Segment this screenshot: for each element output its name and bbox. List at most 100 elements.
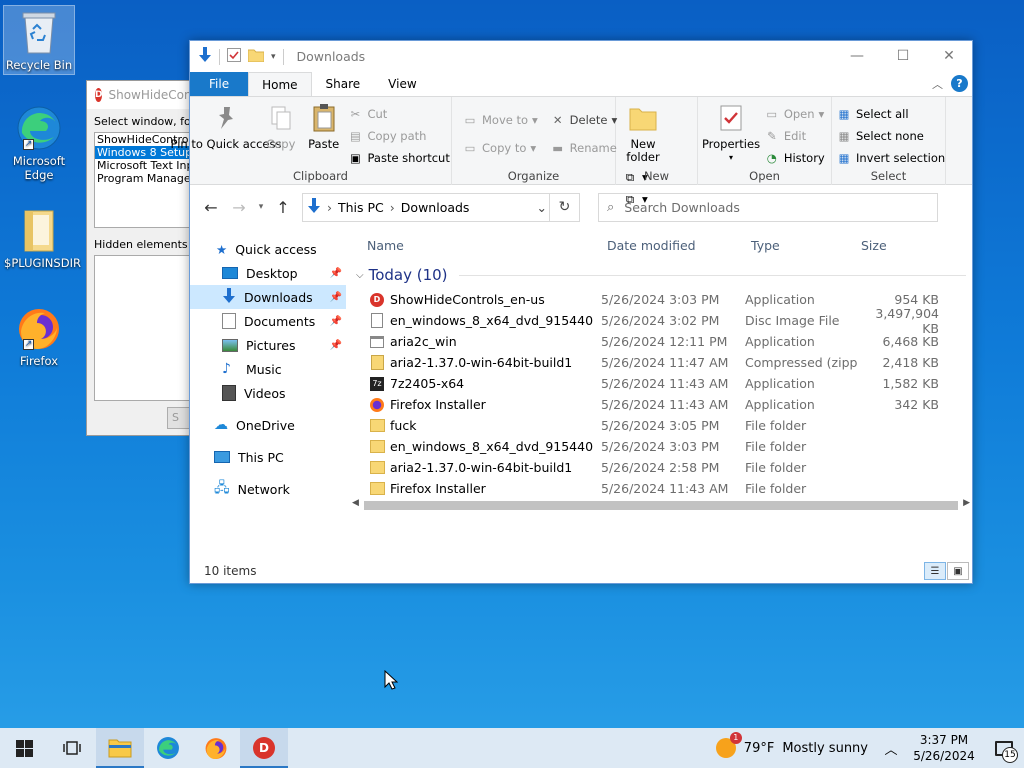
file-type: Application <box>745 334 815 349</box>
minimize-button[interactable]: — <box>834 41 880 70</box>
group-header-today[interactable]: ⌵ Today (10) <box>346 261 972 289</box>
new-folder-button[interactable]: New folder <box>620 101 666 164</box>
invert-selection-button[interactable]: ▦ Invert selection <box>836 147 946 169</box>
column-header-size[interactable]: Size <box>857 238 939 253</box>
file-row[interactable]: 7z 7z2405-x64 5/26/2024 11:43 AM Applicatio… <box>346 373 972 394</box>
close-button[interactable]: ✕ <box>926 41 972 70</box>
folder-icon <box>369 461 385 474</box>
back-button[interactable]: ← <box>198 194 224 220</box>
breadcrumb-this-pc[interactable]: This PC <box>338 200 384 215</box>
help-icon[interactable]: ? <box>951 75 968 92</box>
nav-item-videos[interactable]: Videos <box>190 381 346 405</box>
ribbon: Pin to Quick access Copy Paste ✂ Cut ▤ Cop… <box>171 96 972 206</box>
column-header-name[interactable]: Name <box>346 238 601 253</box>
task-view-button[interactable] <box>48 728 96 768</box>
file-row[interactable]: Firefox Installer 5/26/2024 11:43 AM File … <box>346 478 972 499</box>
nav-item-network[interactable]: 🖧 Network <box>190 477 346 501</box>
taskbar-firefox[interactable] <box>192 728 240 768</box>
move-to-button[interactable]: ▭ Move to ▾ <box>462 109 538 131</box>
copy-path-label: Copy path <box>367 129 427 143</box>
start-button[interactable] <box>0 728 48 768</box>
show-hidden-icons-button[interactable]: ︿ <box>878 739 904 758</box>
horizontal-scrollbar[interactable]: ◀ ▶ <box>346 497 972 514</box>
scroll-thumb[interactable] <box>364 501 958 510</box>
taskbar-file-explorer[interactable] <box>96 728 144 768</box>
nav-item-documents[interactable]: Documents 📌 <box>190 309 346 333</box>
search-box[interactable]: ⌕ Search Downloads <box>598 192 938 222</box>
desktop-icon-pluginsdir[interactable]: $PLUGINSDIR <box>4 206 81 270</box>
properties-button[interactable]: Properties ▾ <box>702 101 760 164</box>
nav-label: Desktop <box>246 265 298 281</box>
file-row[interactable]: aria2c_win 5/26/2024 12:11 PM Application 6… <box>346 331 972 352</box>
desktop-icon-edge[interactable]: ↗ Microsoft Edge <box>4 104 74 182</box>
breadcrumb-downloads[interactable]: Downloads <box>401 200 470 215</box>
taskbar-edge[interactable] <box>144 728 192 768</box>
explorer-titlebar[interactable]: ▾ Downloads — ☐ ✕ <box>190 41 972 72</box>
desktop-icon-firefox[interactable]: ↗ Firefox <box>4 304 74 368</box>
file-size: 2,418 KB <box>882 355 939 370</box>
tab-view[interactable]: View <box>374 72 430 96</box>
copy-path-button[interactable]: ▤ Copy path <box>347 125 449 147</box>
tab-share[interactable]: Share <box>312 72 375 96</box>
paste-shortcut-label: Paste shortcut <box>367 151 450 165</box>
up-button[interactable]: ↑ <box>270 194 296 220</box>
large-icons-view-button[interactable]: ▣ <box>947 562 969 580</box>
recent-locations-button[interactable]: ▾ <box>254 194 268 220</box>
nav-item-desktop[interactable]: Desktop 📌 <box>190 261 346 285</box>
easy-access-button[interactable]: ⧉ ▾ <box>622 188 648 210</box>
weather-widget[interactable]: 1 79°F Mostly sunny <box>706 728 878 768</box>
file-row[interactable]: en_windows_8_x64_dvd_915440 5/26/2024 3:0… <box>346 306 972 336</box>
file-row[interactable]: fuck 5/26/2024 3:05 PM File folder <box>346 415 972 436</box>
history-button[interactable]: ◔ History <box>764 147 825 169</box>
properties-qa-icon[interactable] <box>227 48 241 65</box>
rename-button[interactable]: ▬ Rename <box>550 137 618 159</box>
maximize-button[interactable]: ☐ <box>880 41 926 70</box>
scroll-right-icon[interactable]: ▶ <box>963 498 970 508</box>
nav-item-pictures[interactable]: Pictures 📌 <box>190 333 346 357</box>
column-header-type[interactable]: Type <box>745 238 857 253</box>
collapse-ribbon-icon[interactable]: ︿ <box>932 76 943 92</box>
download-icon <box>222 287 236 307</box>
address-dropdown-icon[interactable]: ⌄ <box>537 200 547 215</box>
desktop-icon-recycle-bin[interactable]: Recycle Bin <box>3 5 75 75</box>
edit-button[interactable]: ✎ Edit <box>764 125 825 147</box>
delete-button[interactable]: ✕ Delete ▾ <box>550 109 617 131</box>
delete-label: Delete <box>569 113 608 127</box>
column-header-date[interactable]: Date modified <box>601 238 745 253</box>
file-row[interactable]: Firefox Installer 5/26/2024 11:43 AM Appli… <box>346 394 972 415</box>
new-folder-qa-icon[interactable] <box>247 48 265 65</box>
select-all-button[interactable]: ▦ Select all <box>836 103 945 125</box>
nav-item-downloads[interactable]: Downloads 📌 <box>190 285 346 309</box>
file-explorer-icon <box>108 739 132 758</box>
copy-button[interactable]: Copy <box>262 101 300 151</box>
qa-dropdown-icon[interactable]: ▾ <box>271 52 276 62</box>
nav-item-music[interactable]: ♪ Music <box>190 357 346 381</box>
nav-item-onedrive[interactable]: ☁ OneDrive <box>190 413 346 437</box>
nav-item-this-pc[interactable]: This PC <box>190 445 346 469</box>
showhide-app-icon: D <box>253 737 275 759</box>
nav-item-quick-access[interactable]: ★ Quick access <box>190 237 346 261</box>
refresh-button[interactable]: ↻ <box>549 193 579 221</box>
pin-quick-access-button[interactable]: Pin to Quick access <box>171 101 281 151</box>
showhide-titlebar[interactable]: D ShowHideControls <box>87 81 205 109</box>
forward-button[interactable]: → <box>226 194 252 220</box>
tab-file[interactable]: File <box>190 72 249 96</box>
tab-home[interactable]: Home <box>248 72 312 96</box>
open-button[interactable]: ▭ Open ▾ <box>764 103 825 125</box>
file-row[interactable]: aria2-1.37.0-win-64bit-build1 5/26/2024 2… <box>346 457 972 478</box>
details-view-button[interactable]: ☰ <box>924 562 946 580</box>
cut-button[interactable]: ✂ Cut <box>347 103 449 125</box>
select-none-button[interactable]: ▦ Select none <box>836 125 945 147</box>
paste-button[interactable]: Paste <box>304 101 344 151</box>
pc-icon <box>214 451 230 463</box>
paste-shortcut-button[interactable]: ▣ Paste shortcut <box>347 147 450 169</box>
copy-to-button[interactable]: ▭ Copy to ▾ <box>462 137 538 159</box>
taskbar-showhidecontrols[interactable]: D <box>240 728 288 768</box>
file-row[interactable]: aria2-1.37.0-win-64bit-build1 5/26/2024 1… <box>346 352 972 373</box>
action-center-button[interactable]: 15 <box>984 740 1024 763</box>
file-row[interactable]: en_windows_8_x64_dvd_915440 5/26/2024 3:0… <box>346 436 972 457</box>
address-bar[interactable]: › This PC › Downloads ⌄ ↻ <box>302 192 580 222</box>
scroll-left-icon[interactable]: ◀ <box>352 498 359 508</box>
select-none-label: Select none <box>856 129 924 143</box>
clock[interactable]: 3:37 PM 5/26/2024 <box>904 732 984 764</box>
